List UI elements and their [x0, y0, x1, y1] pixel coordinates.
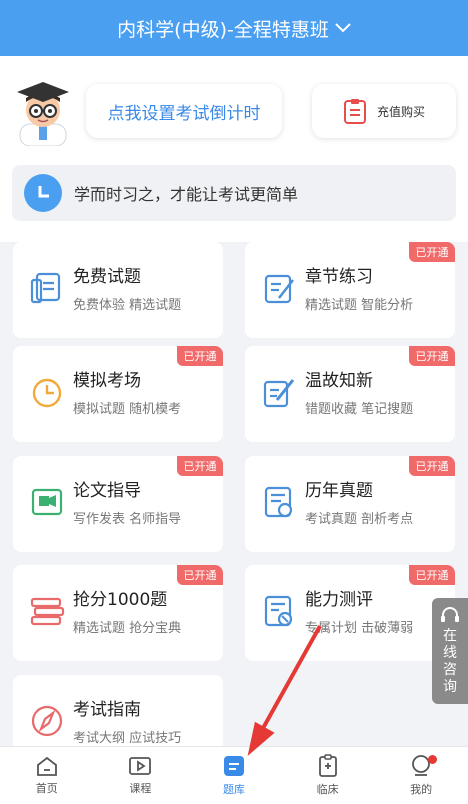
card-subtitle: 考试真题 剖析考点 — [305, 512, 414, 527]
card-title: 论文指导 — [73, 481, 141, 501]
motto-banner: 学而时习之，才能让考试更简单 — [12, 165, 456, 221]
card-title: 模拟考场 — [73, 371, 141, 391]
status-badge: 已开通 — [409, 456, 455, 476]
card-title: 温故知新 — [305, 371, 373, 391]
card-subtitle: 错题收藏 笔记搜题 — [305, 402, 414, 417]
consult-char: 在 — [443, 628, 457, 644]
tab-label: 临床 — [316, 783, 339, 796]
tab-courses[interactable]: 课程 — [94, 747, 188, 804]
tab-home[interactable]: 首页 — [0, 747, 94, 804]
card-thesis-guidance[interactable]: 已开通 论文指导 写作发表 名师指导 — [13, 456, 223, 552]
card-ability-assessment[interactable]: 已开通 能力测评 专属计划 击破薄弱 — [245, 565, 455, 661]
card-subtitle: 精选试题 抢分宝典 — [73, 621, 182, 636]
clock-icon — [32, 378, 62, 408]
tab-clinical[interactable]: 临床 — [281, 747, 375, 804]
online-consult-button[interactable]: 在 线 咨 询 — [432, 598, 468, 704]
past-papers-icon — [264, 486, 293, 518]
tab-profile[interactable]: 我的 — [374, 747, 468, 804]
consult-char: 询 — [443, 679, 457, 695]
doctor-avatar — [17, 82, 69, 146]
card-chapter-practice[interactable]: 已开通 章节练习 精选试题 智能分析 — [245, 242, 455, 338]
tab-label: 题库 — [222, 783, 245, 796]
card-title: 免费试题 — [73, 267, 141, 287]
video-icon — [31, 488, 63, 516]
tab-label: 课程 — [129, 782, 152, 795]
status-badge: 已开通 — [409, 346, 455, 366]
tab-label: 首页 — [35, 782, 58, 795]
clipboard-icon — [318, 754, 337, 777]
card-subtitle: 考试大纲 应试技巧 — [73, 731, 182, 746]
card-title: 抢分1000题 — [73, 590, 168, 610]
status-badge: 已开通 — [177, 565, 223, 585]
headset-icon — [441, 607, 459, 622]
tab-question-bank[interactable]: 题库 — [187, 747, 281, 804]
card-subtitle: 专属计划 击破薄弱 — [305, 621, 414, 636]
card-mock-exam[interactable]: 已开通 模拟考场 模拟试题 随机模考 — [13, 346, 223, 442]
card-title: 章节练习 — [305, 267, 373, 287]
status-badge: 已开通 — [177, 346, 223, 366]
chapter-practice-icon — [264, 274, 294, 304]
course-title: 内科学(中级)-全程特惠班 — [117, 18, 329, 41]
tab-label: 我的 — [410, 783, 433, 796]
card-free-questions[interactable]: 免费试题 免费体验 精选试题 — [13, 242, 223, 338]
books-stack-icon — [30, 597, 65, 626]
card-title: 考试指南 — [73, 700, 141, 720]
recharge-purchase-button[interactable]: 充值购买 — [312, 84, 456, 138]
compass-icon — [31, 705, 63, 737]
play-icon — [129, 757, 152, 775]
bottom-tab-bar: 首页 课程 题库 临床 我的 — [0, 746, 468, 804]
notification-dot — [428, 755, 438, 764]
card-title: 能力测评 — [305, 590, 373, 610]
assessment-icon — [264, 595, 293, 627]
status-badge: 已开通 — [409, 565, 455, 585]
set-exam-countdown-button[interactable]: 点我设置考试倒计时 — [86, 84, 282, 138]
card-review[interactable]: 已开通 温故知新 错题收藏 笔记搜题 — [245, 346, 455, 442]
consult-char: 咨 — [443, 662, 457, 678]
free-questions-icon — [30, 272, 61, 304]
card-past-papers[interactable]: 已开通 历年真题 考试真题 剖析考点 — [245, 456, 455, 552]
countdown-label: 点我设置考试倒计时 — [107, 103, 261, 124]
clock-icon — [24, 174, 62, 212]
motto-text: 学而时习之，才能让考试更简单 — [74, 185, 299, 204]
edit-notes-icon — [263, 379, 295, 408]
card-title: 历年真题 — [305, 481, 373, 501]
card-subtitle: 写作发表 名师指导 — [73, 512, 182, 527]
card-1000-questions[interactable]: 已开通 抢分1000题 精选试题 抢分宝典 — [13, 565, 223, 661]
card-subtitle: 精选试题 智能分析 — [305, 298, 414, 313]
consult-char: 线 — [443, 645, 457, 661]
status-badge: 已开通 — [177, 456, 223, 476]
card-subtitle: 模拟试题 随机模考 — [73, 402, 182, 417]
chevron-down-icon — [335, 23, 351, 33]
status-badge: 已开通 — [409, 242, 455, 262]
clipboard-list-icon — [343, 99, 366, 124]
home-icon — [36, 756, 57, 776]
card-subtitle: 免费体验 精选试题 — [73, 298, 182, 313]
question-bank-icon — [223, 756, 244, 776]
recharge-label: 充值购买 — [376, 104, 425, 119]
course-title-selector[interactable]: 内科学(中级)-全程特惠班 — [0, 0, 468, 56]
